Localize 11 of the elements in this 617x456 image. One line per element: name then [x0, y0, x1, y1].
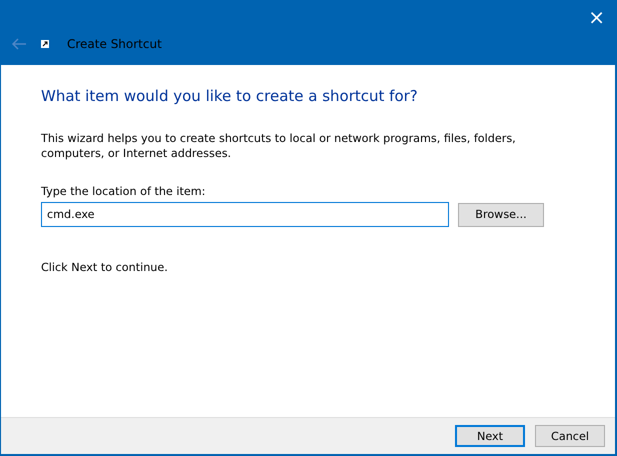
browse-button[interactable]: Browse... [458, 202, 544, 226]
cancel-button[interactable]: Cancel [535, 425, 605, 447]
page-heading: What item would you like to create a shortcut for? [41, 87, 419, 105]
hint-text: Click Next to continue. [41, 261, 169, 274]
shortcut-icon [41, 40, 49, 48]
location-input-field[interactable]: cmd.exe [41, 202, 449, 227]
close-button[interactable]: × [588, 7, 605, 29]
description-text: This wizard helps you to create shortcuts to local or network programs, files, folders, computers, or Internet addresses. [41, 131, 517, 161]
location-label: Type the location of the item: [41, 185, 206, 198]
next-button[interactable]: Next [455, 425, 525, 447]
window-title: Create Shortcut [67, 37, 162, 51]
